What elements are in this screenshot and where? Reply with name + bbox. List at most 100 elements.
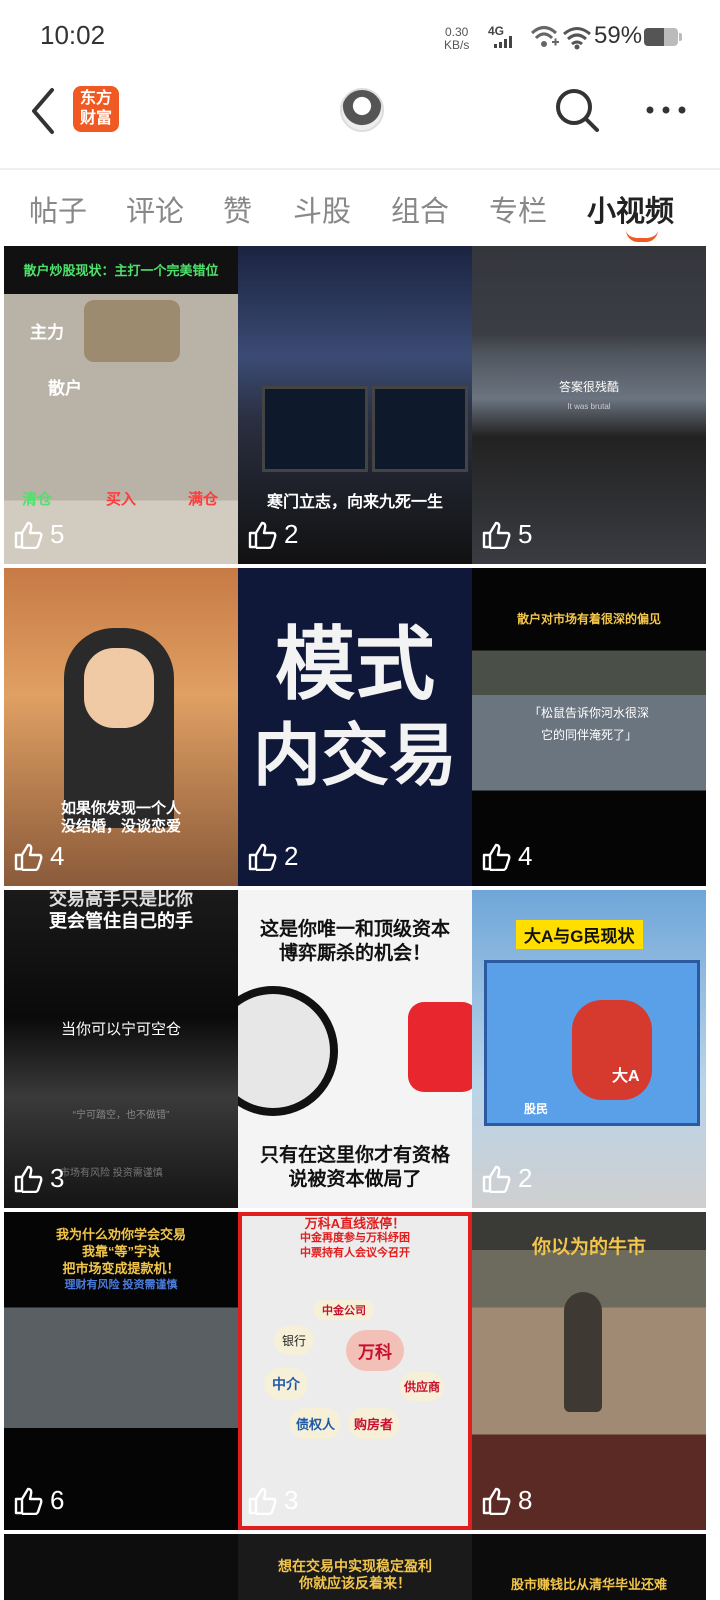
like-number: 2: [284, 519, 299, 549]
thumbs-up-icon: [14, 1165, 43, 1193]
tab-column[interactable]: 专栏: [489, 188, 547, 230]
video-caption: 万科A直线涨停！ 中金再度参与万科纾困 中票持有人会议今召开: [238, 1216, 472, 1261]
thumbs-up-icon: [14, 521, 43, 549]
like-count: 2: [248, 519, 298, 550]
video-card[interactable]: 交易高手只是比你 更会管住自己的手 当你可以宁可空仓 “宁可踏空，也不做错” 市…: [4, 890, 238, 1208]
video-card[interactable]: 散户炒股现状：主打一个完美错位 主力 散户 清仓 买入 满仓 5: [4, 246, 238, 564]
video-caption: 股市赚钱比从清华毕业还难: [510, 1578, 667, 1593]
like-number: 4: [518, 841, 533, 871]
video-card[interactable]: 如果你发现一个人 没结婚，没谈恋爱 4: [4, 568, 238, 886]
caption-line: 理财有风险 投资需谨慎: [64, 1279, 178, 1291]
bubble-label: 供应商: [400, 1372, 445, 1401]
like-count: 3: [248, 1485, 298, 1516]
video-card[interactable]: 模式 内交易 2: [238, 568, 472, 886]
net-speed: 0.30 KB/s: [444, 26, 469, 52]
caption-line: 万科A直线涨停！: [304, 1216, 406, 1231]
video-card[interactable]: 万科A直线涨停！ 中金再度参与万科纾困 中票持有人会议今召开 中金公司 银行 万…: [238, 1212, 472, 1530]
video-caption: 如果你发现一个人 没结婚，没谈恋爱: [4, 800, 238, 836]
caption-line: 这是你唯一和顶级资本: [259, 919, 450, 940]
caption-line: 你就应该反着来！: [299, 1575, 411, 1591]
video-card[interactable]: 股市赚钱比从清华毕业还难: [472, 1534, 706, 1600]
label-retail: 散户: [48, 379, 82, 398]
caption-line: 如果你发现一个人: [60, 800, 181, 817]
thumbs-up-icon: [248, 521, 277, 549]
eagle-avatar[interactable]: [340, 88, 384, 132]
video-card[interactable]: 想在交易中实现稳定盈利 你就应该反着来！: [238, 1534, 472, 1600]
video-caption: 想在交易中实现稳定盈利 你就应该反着来！: [238, 1558, 472, 1592]
like-count: 4: [14, 841, 64, 872]
like-count: 3: [14, 1163, 64, 1194]
net-speed-unit: KB/s: [444, 38, 470, 52]
label-buy: 买入: [106, 491, 137, 508]
caption-line: 它的同伴淹死了」: [540, 728, 637, 742]
thumbs-up-icon: [482, 1165, 511, 1193]
monitor-shape: [262, 386, 368, 472]
label-clear: 清仓: [22, 491, 53, 508]
signal-bars-icon: [494, 36, 512, 48]
video-card[interactable]: 这是你唯一和顶级资本 博弈厮杀的机会！ 只有在这里你才有资格 说被资本做局了: [238, 890, 472, 1208]
video-card[interactable]: [4, 1534, 238, 1600]
status-bar: 10:02 0.30 KB/s 4G 59%: [0, 0, 720, 72]
video-card[interactable]: 我为什么劝你学会交易 我靠“等”字诀 把市场变成提款机！ 理财有风险 投资需谨慎…: [4, 1212, 238, 1530]
logo-text-line1: 东方: [79, 90, 112, 107]
app-logo[interactable]: 东方 财富: [73, 86, 119, 132]
caption-line: 想在交易中实现稳定盈利: [278, 1558, 432, 1574]
video-subcaption: 只有在这里你才有资格 说被资本做局了: [238, 1144, 472, 1192]
like-number: 2: [284, 841, 299, 871]
face-illustration: [84, 648, 154, 728]
bubble-label: 万科: [346, 1330, 404, 1371]
like-count: 5: [482, 519, 532, 550]
caption-line: 交易高手只是比你: [49, 890, 193, 909]
tab-short-videos[interactable]: 小视频: [587, 188, 674, 230]
label-a-share: 大A: [612, 1068, 640, 1085]
profile-header: 东方 财富: [0, 72, 720, 170]
video-card[interactable]: 答案很残酷 It was brutal 5: [472, 246, 706, 564]
like-number: 4: [50, 841, 65, 871]
bubble-label: 购房者: [348, 1408, 400, 1439]
like-count: 8: [482, 1485, 532, 1516]
video-card[interactable]: 你以为的牛市 8: [472, 1212, 706, 1530]
video-card[interactable]: 散户对市场有着很深的偏见 「松鼠告诉你河水很深 它的同伴淹死了」 4: [472, 568, 706, 886]
like-number: 5: [50, 519, 65, 549]
bubble-label: 中介: [264, 1368, 308, 1400]
video-caption: 散户对市场有着很深的偏见: [516, 612, 661, 626]
video-subcaption: 当你可以宁可空仓: [60, 1021, 181, 1038]
risk-notice: 市场有风险 投资需谨慎: [60, 1168, 163, 1179]
video-subcaption: “宁可踏空，也不做错”: [72, 1110, 170, 1121]
video-card[interactable]: 大A与G民现状 大A 股民 2: [472, 890, 706, 1208]
tab-comments[interactable]: 评论: [126, 188, 184, 230]
video-caption: 寒门立志，向来九死一生: [266, 494, 443, 511]
active-tab-indicator: [626, 230, 658, 242]
tab-likes[interactable]: 赞: [223, 188, 252, 230]
video-card[interactable]: 寒门立志，向来九死一生 2: [238, 246, 472, 564]
farmer-figure: [564, 1292, 602, 1412]
label-investor: 股民: [524, 1102, 549, 1116]
search-icon[interactable]: [553, 86, 601, 136]
thumbs-up-icon: [482, 843, 511, 871]
bubble-label: 债权人: [290, 1408, 342, 1439]
caption-line: 中票持有人会议今召开: [300, 1247, 410, 1259]
video-caption: 散户炒股现状：主打一个完美错位: [23, 263, 219, 278]
more-icon[interactable]: [644, 100, 688, 120]
video-caption: 答案很残酷: [558, 380, 619, 394]
caption-line: 我靠“等”字诀: [81, 1244, 160, 1259]
status-time: 10:02: [40, 20, 106, 50]
back-arrow-icon[interactable]: [28, 86, 68, 136]
like-count: 4: [482, 841, 532, 872]
video-caption: 交易高手只是比你 更会管住自己的手: [4, 890, 238, 932]
video-caption: 我为什么劝你学会交易 我靠“等”字诀 把市场变成提款机！ 理财有风险 投资需谨慎: [4, 1226, 238, 1294]
like-number: 5: [518, 519, 533, 549]
like-count: 6: [14, 1485, 64, 1516]
tab-posts[interactable]: 帖子: [29, 188, 87, 230]
tab-portfolio[interactable]: 组合: [391, 188, 449, 230]
thumbs-up-icon: [248, 1487, 277, 1515]
caption-line: 博弈厮杀的机会！: [278, 943, 431, 964]
thumbs-up-icon: [482, 1487, 511, 1515]
thumbs-up-icon: [14, 843, 43, 871]
label-main-force: 主力: [30, 323, 64, 342]
tab-stock-battle[interactable]: 斗股: [293, 188, 351, 230]
like-number: 2: [518, 1163, 533, 1193]
profile-tabs: 帖子 评论 赞 斗股 组合 专栏 小视频: [0, 168, 720, 242]
label-full: 满仓: [188, 491, 219, 508]
thumbs-up-icon: [14, 1487, 43, 1515]
